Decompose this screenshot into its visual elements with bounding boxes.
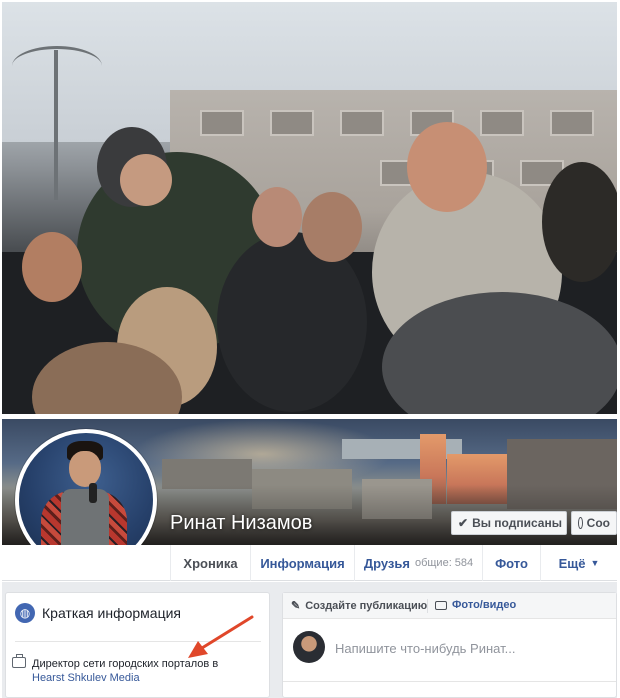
pencil-icon: ✎ — [291, 600, 301, 612]
globe-icon: ◍ — [15, 603, 35, 623]
composer-tabs: ✎ Создайте публикацию Фото/видео — [283, 593, 616, 619]
subscribed-label: Вы подписаны — [472, 516, 562, 530]
face — [22, 232, 82, 302]
message-label: Соо — [586, 516, 610, 530]
face — [252, 187, 302, 247]
building-window — [480, 110, 524, 136]
building-window — [340, 110, 384, 136]
post-composer: ✎ Создайте публикацию Фото/видео Напишит… — [282, 592, 617, 698]
tab-more[interactable]: Ещё ▼ — [540, 545, 617, 581]
friends-mutual-count: общие: 584 — [414, 557, 474, 569]
building-window — [200, 110, 244, 136]
microphone-icon — [89, 483, 97, 503]
tab-friends[interactable]: Друзья общие: 584 — [354, 545, 482, 581]
briefcase-icon — [12, 654, 26, 668]
tab-about[interactable]: Информация — [250, 545, 354, 581]
message-button[interactable]: Соо — [571, 511, 617, 535]
divider — [283, 681, 616, 682]
annotation-arrow-icon — [188, 615, 254, 658]
face — [302, 192, 362, 262]
face — [407, 122, 487, 212]
avatar-face — [69, 451, 101, 487]
composer-avatar — [293, 631, 325, 663]
create-post-tab[interactable]: ✎ Создайте публикацию — [291, 599, 428, 613]
profile-name[interactable]: Ринат Низамов — [170, 512, 312, 535]
camera-icon — [435, 600, 447, 610]
tab-label: Фото — [495, 555, 528, 571]
messenger-icon — [578, 517, 583, 529]
divider — [427, 599, 428, 613]
building-window — [550, 110, 594, 136]
tab-label: Информация — [260, 555, 345, 571]
intro-title: Краткая информация — [42, 605, 181, 621]
photo-video-tab[interactable]: Фото/видео — [435, 599, 516, 611]
news-photo — [2, 2, 617, 414]
man-dark-jacket — [217, 232, 367, 412]
tab-timeline[interactable]: Хроника — [170, 545, 250, 581]
composer-input[interactable]: Напишите что-нибудь Ринат... — [335, 641, 515, 656]
subscribed-button[interactable]: ✔ Вы подписаны ▼ — [451, 511, 567, 535]
street-lamp-pole — [54, 50, 58, 200]
tab-label: Друзья — [363, 555, 410, 571]
chevron-down-icon: ▼ — [566, 518, 567, 528]
photo-video-label: Фото/видео — [452, 599, 517, 611]
tab-label: Ещё — [558, 555, 586, 571]
work-company-link[interactable]: Hearst Shkulev Media — [32, 672, 140, 684]
chevron-down-icon: ▼ — [590, 558, 600, 568]
face — [120, 154, 172, 206]
building-window — [270, 110, 314, 136]
create-post-label: Создайте публикацию — [305, 599, 428, 612]
profile-navbar: Хроника Информация Друзья общие: 584 Фот… — [2, 545, 617, 581]
man-cap — [542, 162, 617, 282]
tab-label: Хроника — [183, 555, 238, 571]
checkmark-icon: ✔ — [458, 516, 469, 530]
tab-photos[interactable]: Фото — [482, 545, 540, 581]
